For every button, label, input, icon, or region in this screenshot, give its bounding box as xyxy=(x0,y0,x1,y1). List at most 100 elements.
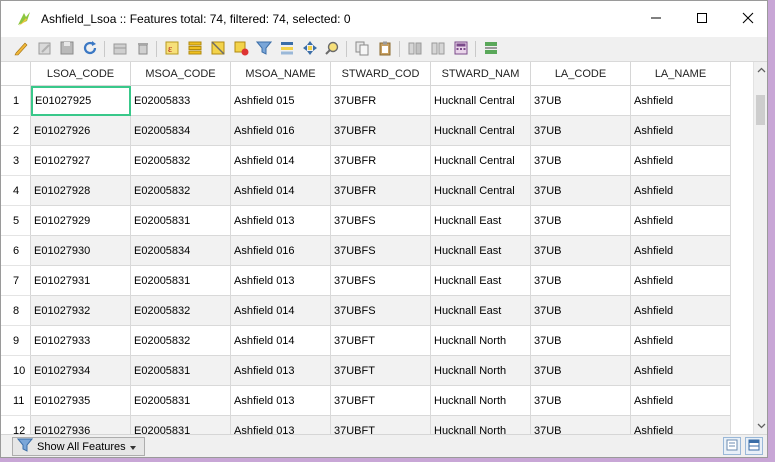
table-cell[interactable]: E02005831 xyxy=(131,206,231,236)
table-cell[interactable]: Ashfield xyxy=(631,206,731,236)
table-cell[interactable]: Hucknall East xyxy=(431,206,531,236)
select-all-button[interactable] xyxy=(186,40,204,58)
toggle-editing-button[interactable] xyxy=(12,40,30,58)
table-cell[interactable]: 37UB xyxy=(531,416,631,434)
table-cell[interactable]: E01027930 xyxy=(31,236,131,266)
table-cell[interactable]: 37UBFT xyxy=(331,416,431,434)
new-field-button[interactable] xyxy=(429,40,447,58)
row-header[interactable]: 8 xyxy=(1,296,31,326)
table-cell[interactable]: 37UBFR xyxy=(331,86,431,116)
conditional-formatting-button[interactable] xyxy=(482,40,500,58)
table-cell[interactable]: Ashfield 014 xyxy=(231,326,331,356)
table-cell[interactable]: Ashfield xyxy=(631,326,731,356)
table-cell[interactable]: 37UBFS xyxy=(331,236,431,266)
table-cell[interactable]: 37UBFR xyxy=(331,116,431,146)
table-cell[interactable]: Ashfield xyxy=(631,146,731,176)
reload-button[interactable] xyxy=(81,40,99,58)
delete-field-button[interactable] xyxy=(406,40,424,58)
table-cell[interactable]: E02005832 xyxy=(131,176,231,206)
table-cell[interactable]: E01027927 xyxy=(31,146,131,176)
zoom-to-selection-button[interactable] xyxy=(323,40,341,58)
scroll-down-button[interactable] xyxy=(754,418,767,432)
table-cell[interactable]: 37UBFT xyxy=(331,356,431,386)
table-cell[interactable]: 37UB xyxy=(531,296,631,326)
table-cell[interactable]: Hucknall Central xyxy=(431,176,531,206)
row-header[interactable]: 1 xyxy=(1,86,31,116)
table-cell[interactable]: E01027928 xyxy=(31,176,131,206)
table-cell[interactable]: Ashfield 013 xyxy=(231,206,331,236)
table-cell[interactable]: Hucknall North xyxy=(431,416,531,434)
table-cell[interactable]: Ashfield xyxy=(631,176,731,206)
table-cell[interactable]: 37UB xyxy=(531,206,631,236)
row-header[interactable]: 10 xyxy=(1,356,31,386)
table-cell[interactable]: E02005831 xyxy=(131,386,231,416)
table-cell[interactable]: E01027934 xyxy=(31,356,131,386)
table-cell[interactable]: E02005834 xyxy=(131,236,231,266)
column-header[interactable]: LA_CODE xyxy=(531,62,631,86)
table-cell[interactable]: Ashfield 016 xyxy=(231,236,331,266)
close-button[interactable] xyxy=(725,1,767,37)
row-header[interactable]: 5 xyxy=(1,206,31,236)
table-cell[interactable]: E01027931 xyxy=(31,266,131,296)
table-cell[interactable]: Ashfield 013 xyxy=(231,356,331,386)
table-cell[interactable]: 37UB xyxy=(531,266,631,296)
table-cell[interactable]: Hucknall East xyxy=(431,266,531,296)
table-cell[interactable]: 37UBFS xyxy=(331,266,431,296)
table-cell[interactable]: 37UBFR xyxy=(331,176,431,206)
table-cell[interactable]: 37UBFS xyxy=(331,206,431,236)
table-cell[interactable]: 37UB xyxy=(531,116,631,146)
table-view-button[interactable] xyxy=(745,437,763,455)
table-cell[interactable]: Ashfield 014 xyxy=(231,296,331,326)
column-header[interactable]: STWARD_NAM xyxy=(431,62,531,86)
row-header[interactable]: 4 xyxy=(1,176,31,206)
table-cell[interactable]: E02005834 xyxy=(131,116,231,146)
table-cell[interactable]: Hucknall North xyxy=(431,386,531,416)
table-cell[interactable]: 37UBFT xyxy=(331,326,431,356)
table-cell[interactable]: E01027933 xyxy=(31,326,131,356)
column-header[interactable]: LA_NAME xyxy=(631,62,731,86)
save-edits-button[interactable] xyxy=(58,40,76,58)
table-cell[interactable]: 37UB xyxy=(531,356,631,386)
row-header[interactable]: 7 xyxy=(1,266,31,296)
table-cell[interactable]: E02005832 xyxy=(131,326,231,356)
move-selection-to-top-button[interactable] xyxy=(278,40,296,58)
table-cell[interactable]: Ashfield 014 xyxy=(231,176,331,206)
table-corner[interactable] xyxy=(1,62,31,86)
table-cell[interactable]: E02005832 xyxy=(131,146,231,176)
table-cell[interactable]: 37UBFS xyxy=(331,296,431,326)
pan-to-selection-button[interactable] xyxy=(301,40,319,58)
invert-selection-button[interactable] xyxy=(209,40,227,58)
table-cell[interactable]: Ashfield xyxy=(631,386,731,416)
table-cell[interactable]: E01027936 xyxy=(31,416,131,434)
row-header[interactable]: 2 xyxy=(1,116,31,146)
form-view-button[interactable] xyxy=(723,437,741,455)
table-cell[interactable]: Ashfield 015 xyxy=(231,86,331,116)
title-bar[interactable]: Ashfield_Lsoa :: Features total: 74, fil… xyxy=(1,1,767,37)
table-cell[interactable]: 37UB xyxy=(531,176,631,206)
table-cell[interactable]: 37UB xyxy=(531,146,631,176)
table-cell[interactable]: Ashfield 013 xyxy=(231,416,331,434)
row-header[interactable]: 9 xyxy=(1,326,31,356)
table-cell[interactable]: Ashfield xyxy=(631,296,731,326)
column-header[interactable]: STWARD_COD xyxy=(331,62,431,86)
table-cell[interactable]: 37UBFT xyxy=(331,386,431,416)
table-cell[interactable]: Hucknall Central xyxy=(431,146,531,176)
scroll-up-button[interactable] xyxy=(754,62,767,76)
maximize-button[interactable] xyxy=(679,1,725,37)
row-header[interactable]: 12 xyxy=(1,416,31,434)
table-cell[interactable]: E02005831 xyxy=(131,266,231,296)
scroll-thumb[interactable] xyxy=(756,95,765,125)
table-cell[interactable]: E01027935 xyxy=(31,386,131,416)
table-cell[interactable]: Ashfield xyxy=(631,356,731,386)
table-cell[interactable]: E02005831 xyxy=(131,356,231,386)
table-cell[interactable]: E01027925 xyxy=(31,86,131,116)
table-cell[interactable]: E02005833 xyxy=(131,86,231,116)
table-cell[interactable]: Ashfield xyxy=(631,236,731,266)
table-cell[interactable]: 37UB xyxy=(531,86,631,116)
table-cell[interactable]: E01027926 xyxy=(31,116,131,146)
table-cell[interactable]: Hucknall East xyxy=(431,236,531,266)
show-all-features-button[interactable]: Show All Features xyxy=(12,437,145,456)
table-cell[interactable]: Ashfield 013 xyxy=(231,266,331,296)
table-cell[interactable]: Ashfield xyxy=(631,86,731,116)
copy-rows-button[interactable] xyxy=(353,40,371,58)
